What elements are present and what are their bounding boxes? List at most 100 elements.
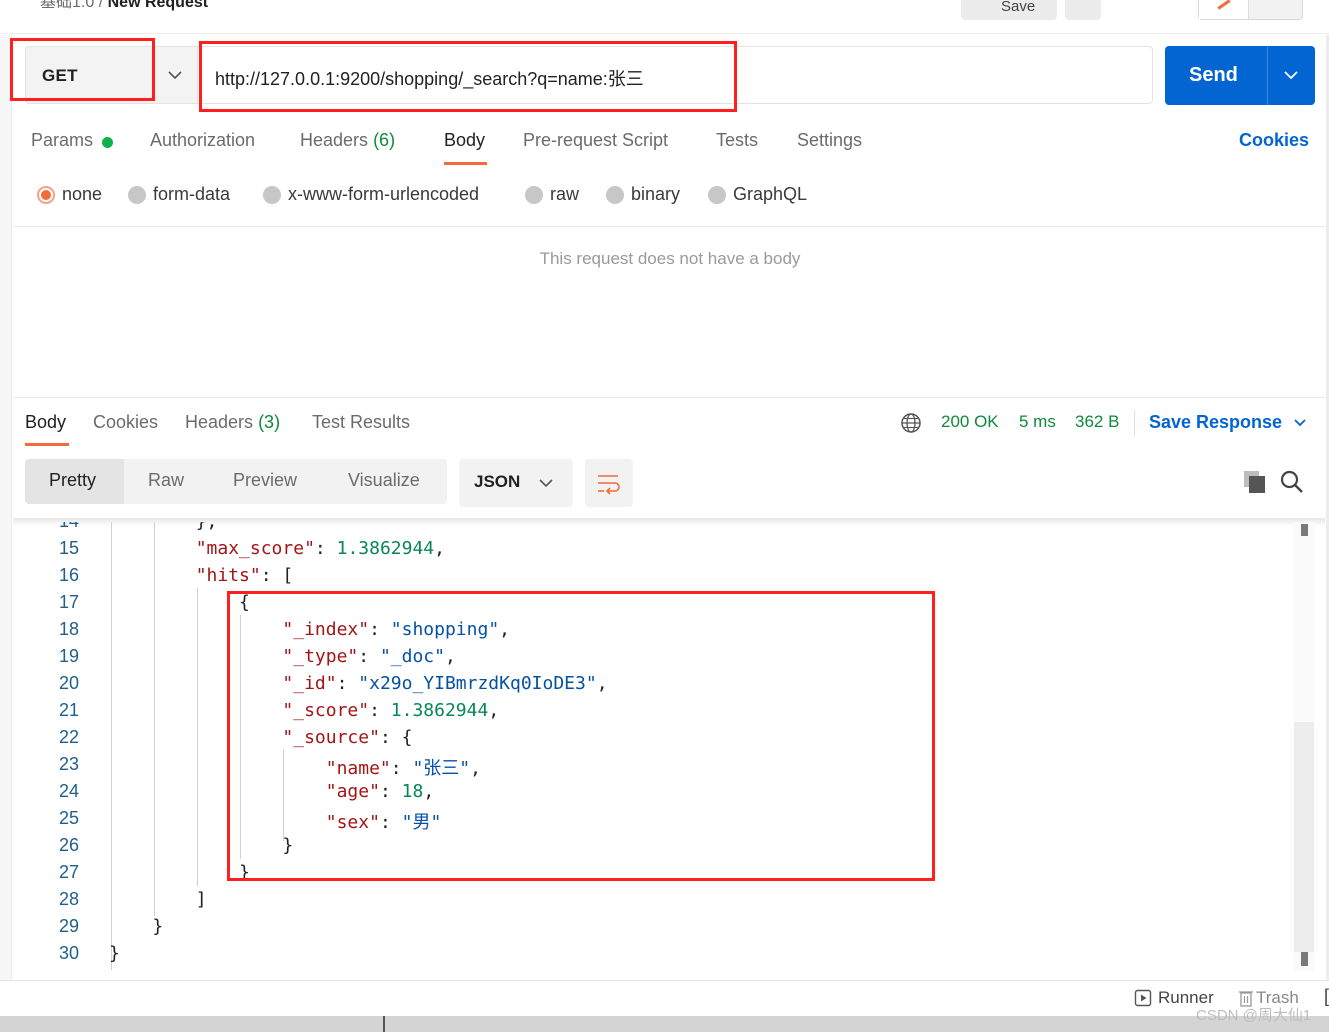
params-indicator-dot [102,137,113,148]
save-response-button[interactable]: Save Response [1149,412,1282,433]
view-mode-preview[interactable]: Preview [233,470,297,491]
response-size[interactable]: 362 B [1075,412,1119,432]
json-punct: , [596,673,608,694]
response-code-viewer[interactable]: 14 }, 15 "max_score": 1.3862944, 16 "hits"… [13,522,1313,970]
radio-raw[interactable] [525,186,543,204]
code-line[interactable]: } [109,835,293,856]
code-line[interactable]: { [109,592,250,613]
headers-count: (6) [373,130,396,150]
code-line[interactable]: "_id": "x29o_YIBmrzdKq0IoDE3", [109,673,608,694]
cookies-link[interactable]: Cookies [1239,130,1309,151]
radio-label-graphql[interactable]: GraphQL [733,184,807,205]
json-key: "_id" [282,673,337,694]
radio-none[interactable] [37,186,55,204]
status-code[interactable]: 200 OK [941,412,999,432]
json-punct: } [109,835,294,856]
code-line[interactable]: "age": 18, [109,781,434,802]
chevron-down-icon[interactable] [1282,66,1300,84]
json-punct: : [390,758,413,779]
panel-toggle[interactable]: [ [1324,986,1329,1007]
json-key: "sex" [325,812,380,833]
left-rail [0,35,12,980]
code-line[interactable]: ] [109,889,207,910]
breadcrumb-parent[interactable]: 基础1.0 [40,0,94,11]
view-mode-visualize[interactable]: Visualize [348,470,420,491]
runner-icon[interactable] [1134,989,1152,1007]
active-tab-indicator [25,443,69,446]
save-dropdown-button[interactable] [1065,0,1101,20]
tab-headers[interactable]: Headers (6) [300,130,395,151]
code-line[interactable]: "hits": [ [109,565,294,586]
radio-graphql[interactable] [708,186,726,204]
response-tab-test-results[interactable]: Test Results [312,412,410,433]
radio-label-form-data[interactable]: form-data [153,184,230,205]
vertical-scrollbar[interactable] [1294,522,1314,970]
code-line[interactable]: } [109,916,163,937]
search-icon[interactable] [1279,469,1305,495]
request-title[interactable]: New Request [108,0,208,11]
code-line[interactable]: "max_score": 1.3862944, [109,538,445,559]
json-key: "age" [325,781,380,802]
breadcrumb-separator: / [98,0,104,11]
line-number: 18 [58,619,79,639]
code-line[interactable]: } [109,943,120,964]
edit-mode-button[interactable] [1199,0,1249,19]
json-key: "_type" [282,646,359,667]
json-number: 18 [401,781,424,802]
line-number: 14 [13,522,79,532]
tab-authorization[interactable]: Authorization [150,130,255,151]
pencil-icon [1217,0,1231,10]
radio-label-urlencoded[interactable]: x-www-form-urlencoded [288,184,479,205]
chevron-down-icon[interactable] [1292,415,1308,431]
response-tab-body[interactable]: Body [25,412,66,433]
radio-urlencoded[interactable] [263,186,281,204]
globe-icon[interactable] [900,412,922,434]
json-punct: , [434,538,445,559]
radio-label-raw[interactable]: raw [550,184,579,205]
response-tab-headers[interactable]: Headers (3) [185,412,280,433]
code-line[interactable]: "_index": "shopping", [109,619,510,640]
json-punct: { [109,592,250,613]
code-line[interactable]: } [109,862,250,883]
code-line[interactable]: "_type": "_doc", [109,646,455,667]
copy-icon[interactable] [1242,469,1268,495]
radio-label-none[interactable]: none [62,184,102,205]
url-text[interactable]: http://127.0.0.1:9200/shopping/_search?q… [215,65,644,91]
code-line[interactable]: "name": "张三", [109,754,481,780]
code-line[interactable]: "_score": 1.3862944, [109,700,499,721]
line-number: 27 [58,862,79,882]
scroll-down-arrow[interactable] [1301,952,1308,966]
code-line[interactable]: "sex": "男" [109,808,442,834]
json-punct [109,700,282,721]
line-number: 26 [58,835,79,855]
radio-binary[interactable] [606,186,624,204]
chevron-down-icon[interactable] [537,474,555,492]
scrollbar-thumb[interactable] [1294,722,1314,952]
line-number: 23 [58,754,79,774]
view-mode-pretty[interactable]: Pretty [49,470,96,491]
tab-body[interactable]: Body [444,130,485,151]
radio-label-binary[interactable]: binary [631,184,680,205]
view-toggle[interactable] [1198,0,1303,20]
tab-tests[interactable]: Tests [716,130,758,151]
scroll-up-arrow[interactable] [1301,524,1308,536]
response-tab-headers-label: Headers [185,412,254,432]
save-button[interactable]: Save [961,0,1057,20]
tab-pre-request-script[interactable]: Pre-request Script [523,130,668,151]
code-line[interactable]: }, [109,522,218,532]
tab-params[interactable]: Params [31,130,93,151]
response-tab-cookies[interactable]: Cookies [93,412,158,433]
send-label[interactable]: Send [1189,64,1238,87]
json-punct: } [109,916,164,937]
view-mode-raw[interactable]: Raw [148,470,184,491]
code-line[interactable]: "_source": { [109,727,412,748]
json-string: "张三" [412,758,471,779]
breadcrumb[interactable]: 基础1.0 / New Request [40,0,208,12]
chevron-down-icon[interactable] [166,66,184,84]
tab-settings[interactable]: Settings [797,130,862,151]
response-time[interactable]: 5 ms [1019,412,1056,432]
json-punct: : [314,538,337,559]
line-number: 19 [58,646,79,666]
line-number: 17 [58,592,79,612]
radio-form-data[interactable] [128,186,146,204]
